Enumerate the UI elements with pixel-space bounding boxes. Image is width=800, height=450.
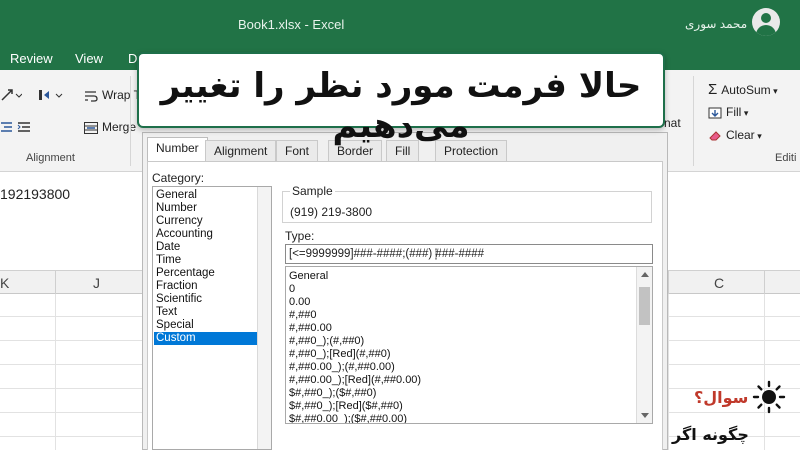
scroll-thumb[interactable] bbox=[639, 287, 650, 325]
sample-label: Sample bbox=[290, 184, 335, 198]
category-text[interactable]: Text bbox=[154, 306, 258, 319]
column-header-c[interactable]: C bbox=[714, 275, 724, 291]
format-type-list[interactable]: General 0 0.00 #,##0 #,##0.00 #,##0_);(#… bbox=[285, 266, 653, 424]
category-scrollbar[interactable] bbox=[257, 187, 271, 449]
document-title: Book1.xlsx - Excel bbox=[238, 17, 345, 32]
caption-text: حالا فرمت مورد نظر را تغییر می‌دهیم bbox=[160, 66, 642, 146]
scroll-up-icon[interactable] bbox=[641, 272, 649, 277]
category-label: Category: bbox=[152, 171, 205, 185]
grid-line bbox=[764, 294, 765, 450]
ibeam-cursor-icon bbox=[435, 248, 437, 260]
tab-data[interactable]: D bbox=[128, 51, 137, 66]
format-item[interactable]: General bbox=[289, 270, 328, 282]
format-item[interactable]: #,##0_);(#,##0) bbox=[289, 335, 364, 347]
merge-button[interactable]: Merge bbox=[84, 120, 136, 134]
format-item[interactable]: #,##0.00_);[Red](#,##0.00) bbox=[289, 374, 421, 386]
editing-group-label: Editi bbox=[775, 152, 797, 164]
alignment-group-label: Alignment bbox=[26, 152, 75, 164]
caption-banner: حالا فرمت مورد نظر را تغییر می‌دهیم bbox=[137, 52, 665, 146]
format-item[interactable]: $#,##0_);[Red]($#,##0) bbox=[289, 400, 403, 412]
format-label-partial[interactable]: nat bbox=[664, 116, 681, 130]
sun-icon bbox=[752, 380, 786, 414]
category-time[interactable]: Time bbox=[154, 254, 258, 267]
category-scientific[interactable]: Scientific bbox=[154, 293, 258, 306]
format-cells-dialog: Number Alignment Font Border Fill Protec… bbox=[142, 132, 668, 450]
category-fraction[interactable]: Fraction bbox=[154, 280, 258, 293]
tab-view[interactable]: View bbox=[75, 51, 103, 66]
format-item[interactable]: #,##0.00 bbox=[289, 322, 332, 334]
category-number[interactable]: Number bbox=[154, 202, 258, 215]
title-bar: Book1.xlsx - Excel محمد سوری bbox=[0, 0, 800, 48]
category-currency[interactable]: Currency bbox=[154, 215, 258, 228]
align-icons[interactable] bbox=[0, 120, 40, 137]
sample-value: (919) 219-3800 bbox=[290, 205, 373, 219]
clear-button[interactable]: Clear ▾ bbox=[708, 128, 762, 142]
category-date[interactable]: Date bbox=[154, 241, 258, 254]
tab-review[interactable]: Review bbox=[10, 51, 53, 66]
format-item[interactable]: #,##0_);[Red](#,##0) bbox=[289, 348, 391, 360]
column-header-j[interactable]: J bbox=[93, 275, 100, 291]
autosum-label: AutoSum bbox=[721, 83, 771, 97]
category-general[interactable]: General bbox=[154, 189, 258, 202]
question-label: سوال؟ bbox=[694, 388, 749, 407]
fill-down-icon bbox=[708, 107, 722, 119]
category-special[interactable]: Special bbox=[154, 319, 258, 332]
category-custom[interactable]: Custom bbox=[154, 332, 258, 345]
format-item[interactable]: 0 bbox=[289, 283, 295, 295]
grid-line bbox=[668, 294, 669, 450]
grid-line bbox=[55, 294, 56, 450]
indent-dropdown-icon[interactable] bbox=[38, 88, 66, 105]
scroll-down-icon[interactable] bbox=[641, 413, 649, 418]
eraser-icon bbox=[709, 131, 721, 141]
category-accounting[interactable]: Accounting bbox=[154, 228, 258, 241]
format-item[interactable]: #,##0.00_);(#,##0.00) bbox=[289, 361, 395, 373]
type-label: Type: bbox=[285, 229, 315, 243]
ribbon-divider-2 bbox=[693, 76, 694, 166]
format-list-scrollbar[interactable] bbox=[636, 267, 652, 423]
orientation-icon[interactable] bbox=[0, 88, 23, 105]
autosum-button[interactable]: Σ AutoSum ▾ bbox=[708, 81, 778, 98]
format-item[interactable]: $#,##0_);($#,##0) bbox=[289, 387, 376, 399]
question-text: چگونه اگر bbox=[672, 425, 749, 444]
category-list[interactable]: General Number Currency Accounting Date … bbox=[152, 186, 272, 450]
fill-button[interactable]: Fill ▾ bbox=[708, 105, 748, 119]
user-name[interactable]: محمد سوری bbox=[685, 17, 747, 31]
format-item[interactable]: 0.00 bbox=[289, 296, 310, 308]
clear-label: Clear bbox=[726, 128, 755, 142]
formula-bar-value[interactable]: 192193800 bbox=[0, 186, 70, 202]
column-header-k[interactable]: K bbox=[0, 275, 9, 291]
sigma-icon: Σ bbox=[708, 81, 718, 98]
category-percentage[interactable]: Percentage bbox=[154, 267, 258, 280]
avatar-icon[interactable] bbox=[752, 8, 780, 36]
wrap-text-label: Wrap T bbox=[102, 88, 141, 102]
wrap-text-button[interactable]: Wrap T bbox=[84, 88, 141, 102]
ribbon-divider bbox=[130, 76, 131, 166]
format-item[interactable]: #,##0 bbox=[289, 309, 317, 321]
fill-label: Fill bbox=[726, 105, 742, 119]
type-input[interactable]: [<=9999999]###-####;(###) ###-#### bbox=[285, 244, 653, 264]
format-item[interactable]: $#,##0.00_);($#,##0.00) bbox=[289, 413, 407, 423]
